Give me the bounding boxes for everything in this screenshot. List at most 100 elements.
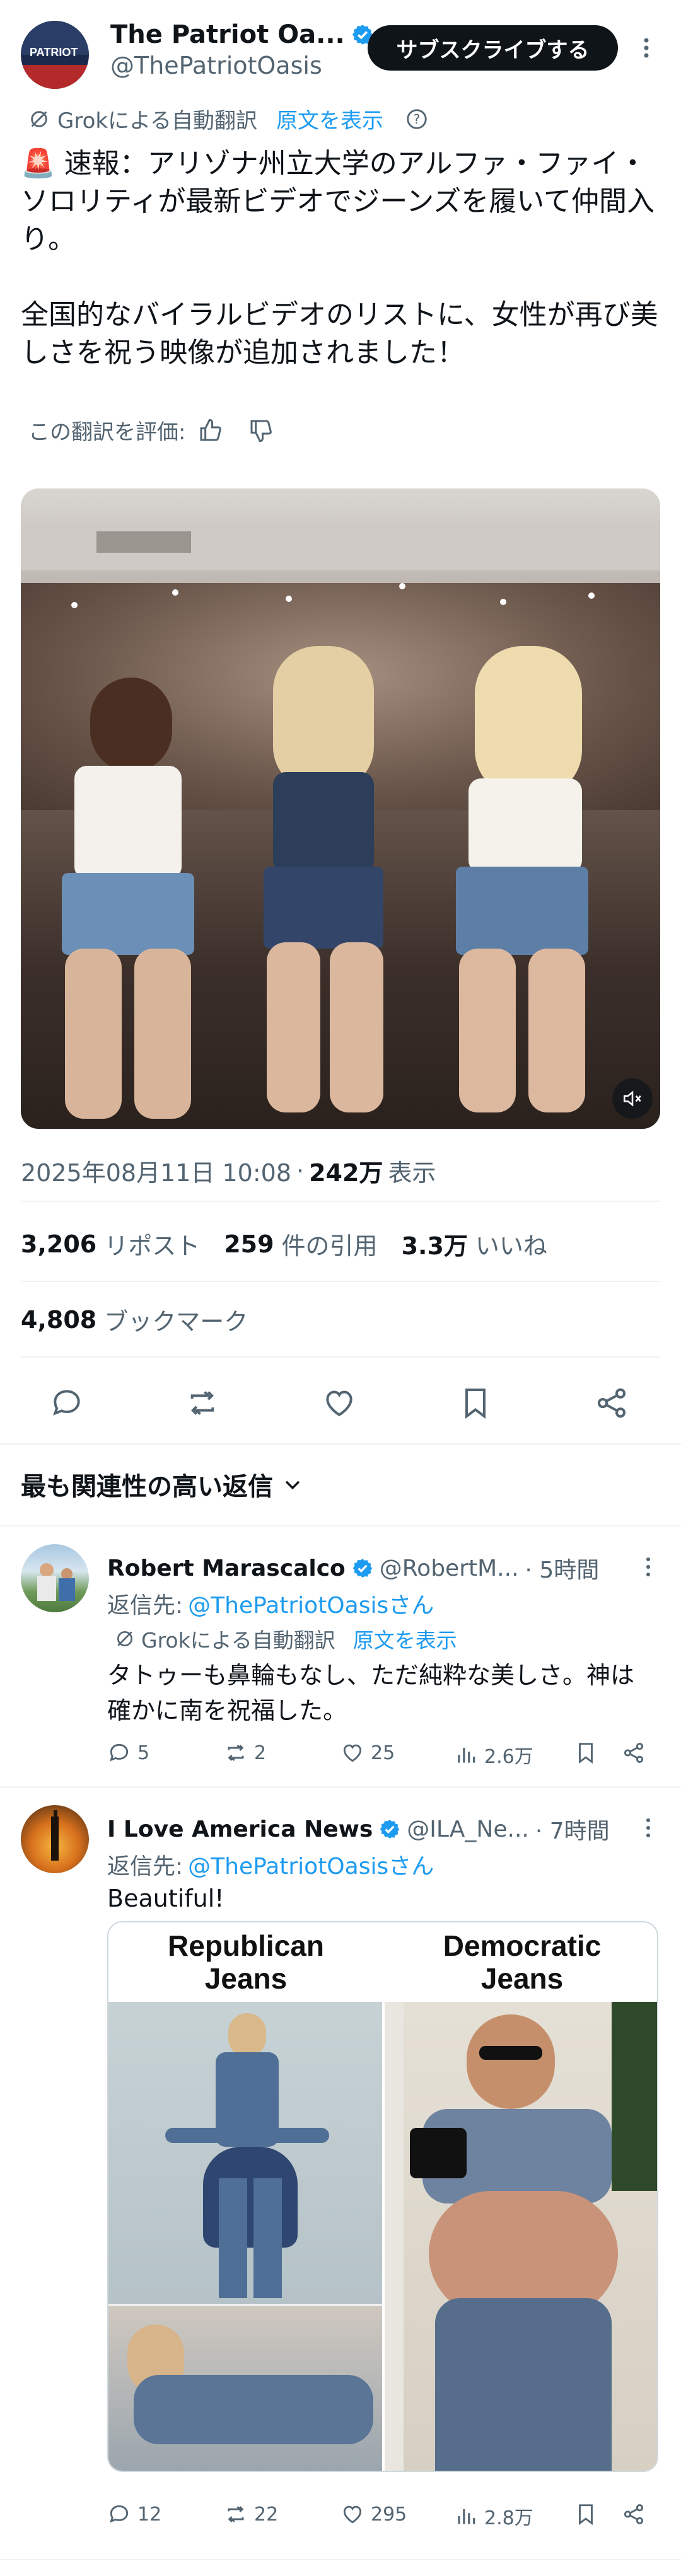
verified-badge-icon — [352, 1559, 373, 1578]
like-icon — [343, 1744, 362, 1762]
thumbs-up-icon[interactable] — [198, 418, 223, 443]
bookmark-icon[interactable] — [458, 1385, 493, 1421]
reply-like-count: 295 — [371, 2503, 407, 2526]
reply-text: Beautiful! — [107, 1885, 224, 1912]
reply-reply-count: 12 — [137, 2503, 162, 2526]
tweet-text: 🚨 速報：アリゾナ州立大学のアルファ・ファイ・ソロリティが最新ビデオでジーンズを… — [21, 145, 660, 372]
repost-count[interactable]: 3,206 — [21, 1230, 96, 1258]
reply-repost-button[interactable]: 2 — [224, 1741, 266, 1765]
reply-time[interactable]: · 5時間 — [525, 1552, 600, 1585]
reply-text: タトゥーも鼻輪もなし、ただ純粋な美しさ。神は確かに南を祝福した。 — [107, 1661, 635, 1724]
bookmark-icon[interactable] — [574, 1741, 598, 1765]
reply-2[interactable]: I Love America News @ILA_Ne... · 7時間 返信先… — [0, 1786, 681, 2576]
tweet-meta: 2025年08月11日 10:08 · 242万 表示 — [21, 1153, 436, 1188]
quote-label[interactable]: 件の引用 — [282, 1227, 378, 1261]
analytics-icon — [458, 2509, 475, 2524]
verified-badge-icon — [380, 1820, 400, 1839]
reply-author-handle: @RobertM... — [379, 1555, 519, 1581]
image-left-title: Republican Jeans — [168, 1929, 324, 1995]
grok-icon — [31, 110, 47, 127]
reply-view-count: 2.6万 — [484, 1746, 533, 1768]
share-icon[interactable] — [622, 2502, 646, 2526]
subscribe-button[interactable]: サブスクライブする — [368, 25, 618, 71]
rate-translation-label: この翻訳を評価: — [28, 420, 186, 445]
reply-reply-count: 5 — [137, 1741, 150, 1764]
reply-image[interactable]: Republican Jeans Democratic Jeans — [107, 1921, 658, 2472]
reply-reply-button[interactable]: 5 — [107, 1741, 149, 1765]
reply-avatar[interactable] — [21, 1805, 89, 1873]
more-options-icon[interactable] — [641, 1816, 656, 1839]
reply-like-count: 25 — [371, 1741, 395, 1764]
translation-bar: Grokによる自動翻訳 原文を表示 ? — [28, 103, 429, 134]
author-block[interactable]: The Patriot Oa... @ThePatriotOasis — [110, 20, 374, 79]
repost-icon[interactable] — [185, 1385, 220, 1421]
more-options-icon[interactable] — [637, 35, 656, 61]
share-icon[interactable] — [594, 1385, 629, 1421]
reply-repost-count: 2 — [254, 1741, 267, 1764]
siren-emoji: 🚨 — [21, 147, 55, 180]
svg-text:?: ? — [414, 112, 421, 127]
volume-muted-icon — [623, 1090, 641, 1107]
grok-icon — [117, 1631, 132, 1646]
tweet-paragraph-1: 速報：アリゾナ州立大学のアルファ・ファイ・ソロリティが最新ビデオでジーンズを履い… — [21, 147, 655, 255]
tweet-paragraph-2: 全国的なバイラルビデオのリストに、女性が再び美しさを祝う映像が追加されました！ — [21, 299, 658, 369]
analytics-icon — [458, 1747, 475, 1763]
bookmark-label[interactable]: ブックマーク — [104, 1302, 248, 1337]
reply-views-button[interactable]: 2.6万 — [454, 1741, 533, 1769]
reply-time[interactable]: · 7時間 — [535, 1813, 610, 1845]
tweet-video[interactable] — [21, 488, 660, 1129]
reply-repost-button[interactable]: 22 — [224, 2502, 278, 2526]
reply-reply-button[interactable]: 12 — [107, 2502, 161, 2526]
reply-like-button[interactable]: 25 — [340, 1741, 395, 1765]
like-label[interactable]: いいね — [475, 1227, 547, 1261]
reply-show-original-link[interactable]: 原文を表示 — [353, 1624, 457, 1654]
reply-icon — [109, 1743, 129, 1762]
reply-1[interactable]: Robert Marascalco @RobertM... · 5時間 返信先:… — [0, 1525, 681, 1786]
reply-translation-label: Grokによる自動翻訳 — [141, 1628, 335, 1653]
subscribe-label: サブスクライブする — [396, 37, 590, 63]
thumbs-down-icon[interactable] — [248, 418, 274, 443]
repost-label[interactable]: リポスト — [104, 1227, 200, 1261]
reply-to-prefix: 返信先: — [107, 1593, 183, 1619]
meta-separator: · — [296, 1157, 305, 1185]
like-count[interactable]: 3.3万 — [402, 1227, 468, 1261]
chevron-down-icon — [285, 1481, 300, 1490]
reply-author-name[interactable]: I Love America News — [107, 1816, 373, 1842]
reply-view-count: 2.8万 — [484, 2507, 533, 2529]
stats-row: 3,206 リポスト 259 件の引用 3.3万 いいね — [21, 1227, 547, 1261]
reply-author-name[interactable]: Robert Marascalco — [107, 1556, 346, 1581]
reply-icon[interactable] — [49, 1385, 84, 1421]
bookmark-icon[interactable] — [574, 2502, 598, 2526]
reply-avatar[interactable] — [21, 1544, 89, 1612]
bookmark-stats: 4,808 ブックマーク — [21, 1302, 248, 1337]
translation-label: Grokによる自動翻訳 — [57, 108, 258, 134]
mute-button[interactable] — [612, 1078, 653, 1119]
repost-icon — [228, 1745, 244, 1761]
reply-like-button[interactable]: 295 — [340, 2502, 407, 2526]
author-name[interactable]: The Patriot Oa... — [110, 20, 345, 49]
view-count: 242万 — [309, 1159, 383, 1187]
quote-count[interactable]: 259 — [224, 1230, 274, 1258]
reply-action-bar: 5 2 25 2.6万 — [107, 1737, 656, 1769]
reply-icon — [109, 2505, 129, 2523]
reply-to-prefix: 返信先: — [107, 1854, 183, 1880]
more-options-icon[interactable] — [641, 1556, 656, 1578]
replies-sort-dropdown[interactable]: 最も関連性の高い返信 — [21, 1466, 303, 1503]
reply-to-link[interactable]: @ThePatriotOasisさん — [188, 1587, 434, 1620]
author-handle: @ThePatriotOasis — [110, 52, 322, 79]
help-icon[interactable]: ? — [405, 107, 429, 131]
like-icon[interactable] — [322, 1385, 357, 1421]
share-icon[interactable] — [622, 1741, 646, 1765]
reply-views-button[interactable]: 2.8万 — [454, 2502, 533, 2530]
reply-repost-count: 22 — [254, 2503, 279, 2526]
reply-action-bar: 12 22 295 2.8万 — [107, 2498, 656, 2530]
reply-to-link[interactable]: @ThePatriotOasisさん — [188, 1848, 434, 1881]
bookmark-count[interactable]: 4,808 — [21, 1306, 96, 1334]
tweet-action-bar — [0, 1380, 681, 1424]
view-label: 表示 — [388, 1159, 436, 1187]
rate-translation: この翻訳を評価: — [28, 415, 274, 446]
repost-icon — [228, 2506, 244, 2522]
show-original-link[interactable]: 原文を表示 — [276, 103, 383, 134]
author-avatar[interactable]: PATRIOT — [21, 21, 89, 89]
timestamp[interactable]: 2025年08月11日 10:08 — [21, 1153, 291, 1188]
